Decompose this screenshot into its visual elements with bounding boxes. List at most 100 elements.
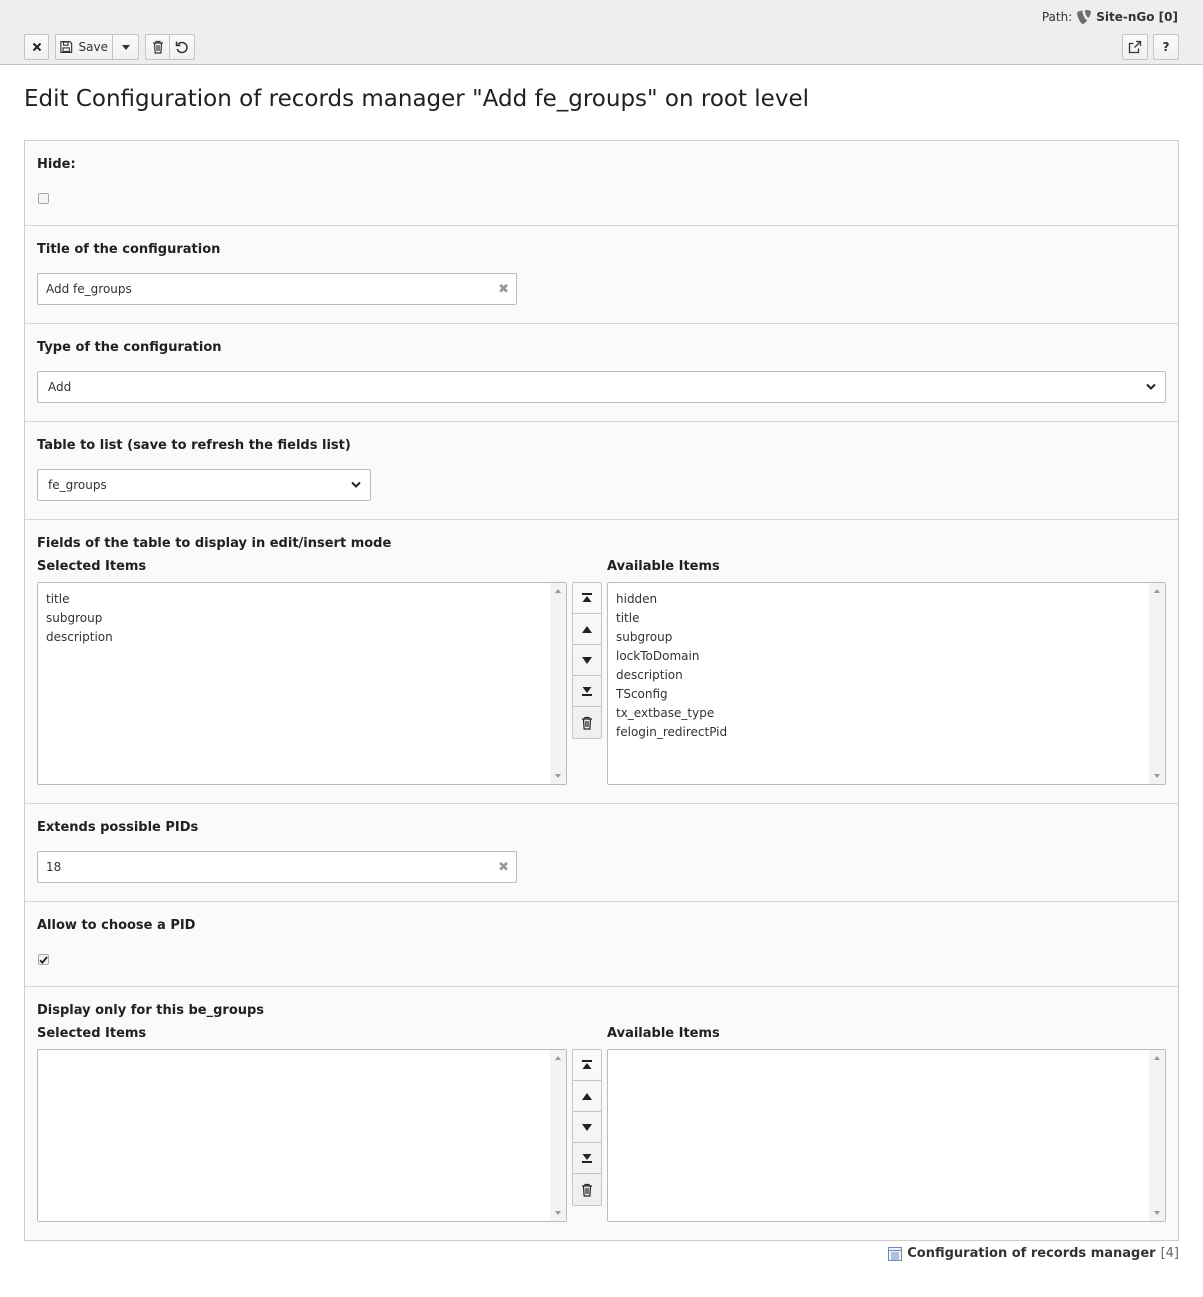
help-button[interactable]: ? bbox=[1153, 34, 1179, 60]
trash-icon bbox=[582, 716, 592, 730]
allow-pid-checkbox[interactable] bbox=[38, 954, 49, 965]
title-field-label: Title of the configuration bbox=[37, 242, 221, 257]
typo3-logo-icon bbox=[1077, 10, 1092, 24]
remove-item-button[interactable] bbox=[573, 1174, 601, 1205]
undo-icon bbox=[175, 41, 188, 54]
list-item[interactable]: description bbox=[46, 628, 113, 647]
fields-selected-items: title subgroup description bbox=[46, 590, 113, 647]
arrow-up-icon bbox=[582, 1092, 592, 1100]
close-icon bbox=[32, 42, 41, 52]
scrollbar[interactable] bbox=[1149, 1050, 1165, 1221]
list-item[interactable]: hidden bbox=[616, 590, 727, 609]
open-new-window-button[interactable] bbox=[1122, 34, 1148, 60]
fields-section: Fields of the table to display in edit/i… bbox=[25, 520, 1178, 804]
fields-available-items: hidden title subgroup lockToDomain descr… bbox=[616, 590, 727, 742]
move-bottom-icon bbox=[582, 1154, 592, 1163]
title-section: Title of the configuration Add fe_groups… bbox=[25, 226, 1178, 324]
move-bottom-icon bbox=[582, 687, 592, 696]
available-items-label: Available Items bbox=[607, 559, 720, 574]
fields-available-list[interactable]: hidden title subgroup lockToDomain descr… bbox=[607, 582, 1166, 785]
record-type-label: Configuration of records manager bbox=[907, 1246, 1156, 1261]
be-groups-selected-list[interactable] bbox=[37, 1049, 567, 1222]
allow-pid-label: Allow to choose a PID bbox=[37, 918, 196, 933]
pids-label: Extends possible PIDs bbox=[37, 820, 199, 835]
scrollbar[interactable] bbox=[550, 1050, 566, 1221]
save-icon bbox=[60, 41, 73, 53]
move-to-bottom-button[interactable] bbox=[573, 676, 601, 707]
list-item[interactable]: title bbox=[616, 609, 727, 628]
hide-label: Hide: bbox=[37, 157, 76, 172]
type-section: Type of the configuration Add bbox=[25, 324, 1178, 422]
table-select[interactable]: fe_groups bbox=[37, 469, 371, 501]
move-to-top-button[interactable] bbox=[573, 583, 601, 614]
scrollbar[interactable] bbox=[1149, 583, 1165, 784]
list-item[interactable]: lockToDomain bbox=[616, 647, 727, 666]
record-id: [4] bbox=[1160, 1246, 1179, 1261]
available-items-label: Available Items bbox=[607, 1026, 720, 1041]
page-title: Edit Configuration of records manager "A… bbox=[24, 86, 809, 112]
title-input[interactable]: Add fe_groups ✖ bbox=[37, 273, 517, 305]
move-up-button[interactable] bbox=[573, 1081, 601, 1112]
fields-label: Fields of the table to display in edit/i… bbox=[37, 536, 392, 551]
move-up-button[interactable] bbox=[573, 614, 601, 645]
move-down-button[interactable] bbox=[573, 645, 601, 676]
clear-icon[interactable]: ✖ bbox=[498, 860, 509, 875]
path-label: Path: bbox=[1041, 10, 1073, 24]
docheader: Path: Site-nGo [0] Save ? bbox=[0, 0, 1203, 65]
list-item[interactable]: subgroup bbox=[46, 609, 113, 628]
list-item[interactable]: tx_extbase_type bbox=[616, 704, 727, 723]
close-button[interactable] bbox=[24, 34, 49, 60]
list-item[interactable]: TSconfig bbox=[616, 685, 727, 704]
be-groups-move-controls bbox=[572, 1049, 602, 1206]
save-dropdown-button[interactable] bbox=[112, 34, 139, 60]
be-groups-section: Display only for this be_groups Selected… bbox=[25, 987, 1178, 1240]
record-table-icon bbox=[888, 1246, 903, 1261]
edit-form: Hide: Title of the configuration Add fe_… bbox=[24, 140, 1179, 1241]
record-info-footer: Configuration of records manager [4] bbox=[888, 1246, 1179, 1261]
be-groups-label: Display only for this be_groups bbox=[37, 1003, 265, 1018]
pids-input-value: 18 bbox=[46, 860, 62, 874]
chevron-down-icon bbox=[351, 481, 361, 488]
arrow-down-icon bbox=[582, 1123, 592, 1131]
pids-input[interactable]: 18 ✖ bbox=[37, 851, 517, 883]
arrow-up-icon bbox=[582, 625, 592, 633]
pids-section: Extends possible PIDs 18 ✖ bbox=[25, 804, 1178, 902]
table-field-label: Table to list (save to refresh the field… bbox=[37, 438, 351, 453]
list-item[interactable]: title bbox=[46, 590, 113, 609]
allow-pid-section: Allow to choose a PID bbox=[25, 902, 1178, 987]
trash-icon bbox=[152, 40, 163, 54]
fields-selected-list[interactable]: title subgroup description bbox=[37, 582, 567, 785]
save-button[interactable]: Save bbox=[55, 34, 113, 60]
fields-move-controls bbox=[572, 582, 602, 739]
checkmark-icon bbox=[39, 955, 48, 964]
table-select-value: fe_groups bbox=[48, 478, 107, 492]
title-input-value: Add fe_groups bbox=[46, 282, 132, 296]
external-link-icon bbox=[1128, 40, 1142, 54]
move-to-top-button[interactable] bbox=[573, 1050, 601, 1081]
type-select-value: Add bbox=[48, 380, 72, 394]
move-to-bottom-button[interactable] bbox=[573, 1143, 601, 1174]
list-item[interactable]: felogin_redirectPid bbox=[616, 723, 727, 742]
remove-item-button[interactable] bbox=[573, 707, 601, 738]
clear-icon[interactable]: ✖ bbox=[498, 282, 509, 297]
type-field-label: Type of the configuration bbox=[37, 340, 222, 355]
path-breadcrumb: Path: Site-nGo [0] bbox=[1042, 8, 1178, 26]
help-label: ? bbox=[1162, 40, 1170, 54]
selected-items-label: Selected Items bbox=[37, 559, 147, 574]
hide-checkbox[interactable] bbox=[38, 193, 49, 204]
site-name: Site-nGo [0] bbox=[1096, 10, 1178, 24]
move-down-button[interactable] bbox=[573, 1112, 601, 1143]
list-item[interactable]: description bbox=[616, 666, 727, 685]
caret-down-icon bbox=[121, 44, 130, 50]
save-label: Save bbox=[78, 40, 108, 54]
move-top-icon bbox=[582, 1060, 592, 1069]
scrollbar[interactable] bbox=[550, 583, 566, 784]
selected-items-label: Selected Items bbox=[37, 1026, 147, 1041]
move-top-icon bbox=[582, 593, 592, 602]
type-select[interactable]: Add bbox=[37, 371, 1166, 403]
be-groups-available-list[interactable] bbox=[607, 1049, 1166, 1222]
delete-button[interactable] bbox=[145, 34, 170, 60]
table-section: Table to list (save to refresh the field… bbox=[25, 422, 1178, 520]
undo-button[interactable] bbox=[169, 34, 195, 60]
list-item[interactable]: subgroup bbox=[616, 628, 727, 647]
